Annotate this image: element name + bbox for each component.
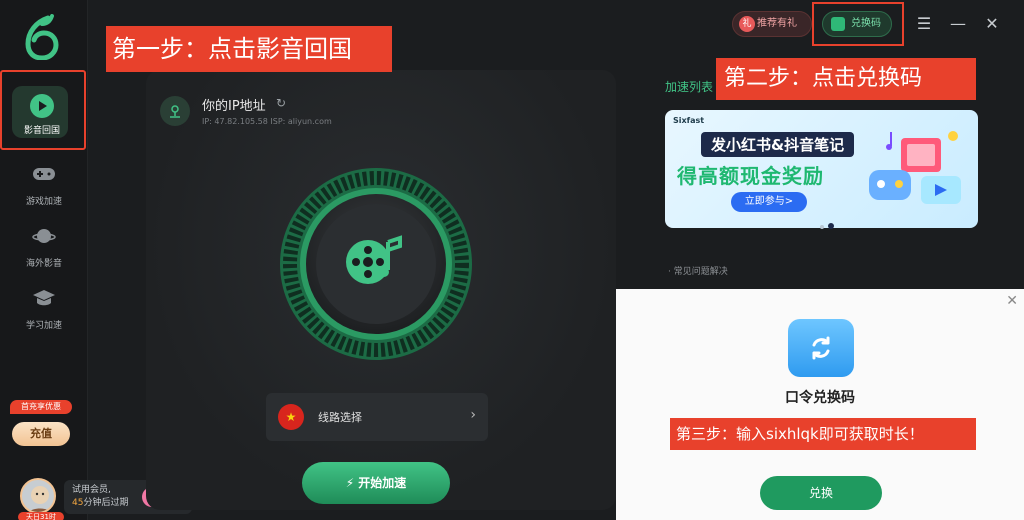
step2-annotation: 第二步：点击兑换码 — [716, 58, 976, 100]
sidebar-item-label: 游戏加速 — [25, 197, 62, 207]
trial-minutes: 45 — [72, 498, 84, 508]
route-selector[interactable]: ★ 线路选择 › — [266, 393, 488, 441]
tab-speed-list[interactable]: 加速列表 — [665, 78, 713, 95]
banner-subheadline: 得高额现金奖励 — [677, 164, 824, 188]
sidebar: 影音回国 游戏加速 海外影音 学习加速 首充享优惠 充值 天日31时 — [0, 0, 88, 520]
planet-icon — [30, 222, 58, 250]
sidebar-item-label: 影音回国 — [23, 126, 60, 136]
sidebar-item-overseas-video[interactable]: 海外影音 — [0, 222, 88, 269]
app-logo-icon — [25, 14, 59, 60]
redeem-code-button[interactable]: 兑换码 — [822, 11, 892, 37]
ip-detail: IP: 47.82.105.58 ISP: aliyun.com — [202, 117, 332, 126]
gamepad-icon — [30, 160, 58, 188]
avatar-badge: 天日31时 — [18, 512, 64, 520]
exchange-button[interactable]: 兑换 — [760, 476, 882, 510]
graduation-cap-icon — [30, 284, 58, 312]
start-boost-button[interactable]: ⚡ 开始加速 — [302, 462, 450, 504]
sidebar-item-game-boost[interactable]: 游戏加速 — [0, 160, 88, 207]
lightning-icon: ⚡ — [345, 476, 359, 490]
banner-cta-button[interactable]: 立即参与> — [731, 192, 807, 212]
promo-badge: 首充享优惠 — [10, 400, 72, 414]
sidebar-item-label: 海外影音 — [25, 259, 62, 269]
chevron-right-icon: › — [470, 407, 476, 423]
avatar[interactable] — [20, 478, 56, 514]
banner-brand: Sixfast — [673, 116, 705, 125]
minimize-icon[interactable]: — — [948, 14, 968, 33]
refresh-icon[interactable]: ↻ — [276, 96, 286, 110]
sidebar-item-video-home[interactable]: 影音回国 — [0, 70, 88, 150]
carousel-dots[interactable] — [820, 214, 838, 233]
redeem-icon — [831, 17, 845, 31]
step1-annotation: 第一步：点击影音回国 — [106, 26, 392, 72]
ip-title: 你的IP地址 — [202, 99, 266, 114]
faq-link[interactable]: · 常见问题解决 — [668, 264, 728, 277]
boost-dial[interactable] — [278, 166, 474, 362]
play-icon — [30, 94, 54, 118]
step3-annotation: 第三步：输入sixhlqk即可获取时长！ — [670, 418, 976, 450]
banner-illustration — [869, 131, 961, 204]
promo-banner[interactable]: Sixfast 发小红书&抖音笔记 得高额现金奖励 立即参与> — [665, 110, 978, 228]
recharge-button[interactable]: 充值 — [12, 422, 70, 446]
location-pin-icon — [160, 96, 190, 126]
referral-button[interactable]: 礼 推荐有礼 — [732, 11, 812, 37]
menu-icon[interactable]: ☰ — [914, 14, 934, 33]
sidebar-item-label: 学习加速 — [25, 321, 62, 331]
banner-headline: 发小红书&抖音笔记 — [701, 132, 855, 157]
exchange-icon — [788, 319, 854, 377]
popup-title: 口令兑换码 — [785, 390, 855, 406]
route-label: 线路选择 — [318, 411, 362, 424]
china-flag-icon: ★ — [278, 404, 304, 430]
gift-icon: 礼 — [739, 16, 755, 32]
close-icon[interactable]: ✕ — [1006, 293, 1018, 309]
sidebar-item-study-boost[interactable]: 学习加速 — [0, 284, 88, 331]
close-icon[interactable]: ✕ — [982, 14, 1002, 33]
